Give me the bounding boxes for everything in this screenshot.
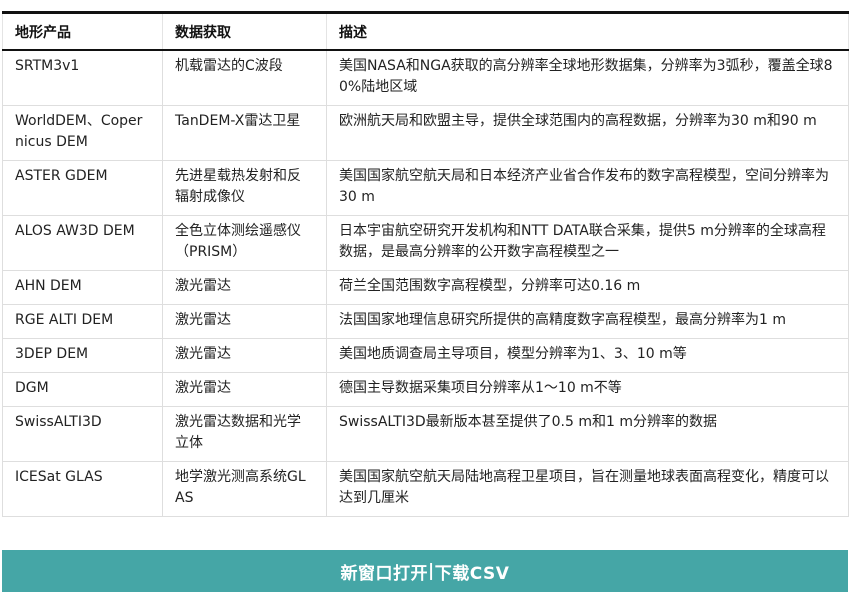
data-table-container: 地形产品 数据获取 描述 SRTM3v1 机载雷达的C波段 美国NASA和NGA… bbox=[2, 11, 849, 517]
cell-description: 美国国家航空航天局陆地高程卫星项目，旨在测量地球表面高程变化，精度可以达到几厘米 bbox=[326, 461, 849, 517]
cell-description: 法国国家地理信息研究所提供的高精度数字高程模型，最高分辨率为1 m bbox=[326, 304, 849, 339]
cell-product: ICESat GLAS bbox=[2, 461, 163, 517]
download-csv-link[interactable]: 下载CSV bbox=[435, 559, 510, 584]
table-row: SwissALTI3D 激光雷达数据和光学立体 SwissALTI3D最新版本甚… bbox=[2, 406, 849, 462]
table-row: AHN DEM 激光雷达 荷兰全国范围数字高程模型，分辨率可达0.16 m bbox=[2, 270, 849, 305]
cell-acquisition: 地学激光测高系统GLAS bbox=[162, 461, 327, 517]
table-row: 3DEP DEM 激光雷达 美国地质调查局主导项目，模型分辨率为1、3、10 m… bbox=[2, 338, 849, 373]
cell-description: 荷兰全国范围数字高程模型，分辨率可达0.16 m bbox=[326, 270, 849, 305]
dem-products-table: 地形产品 数据获取 描述 SRTM3v1 机载雷达的C波段 美国NASA和NGA… bbox=[2, 11, 849, 517]
cell-description: 美国地质调查局主导项目，模型分辨率为1、3、10 m等 bbox=[326, 338, 849, 373]
cell-description: 德国主导数据采集项目分辨率从1～10 m不等 bbox=[326, 372, 849, 407]
header-description: 描述 bbox=[326, 12, 849, 50]
header-product: 地形产品 bbox=[2, 12, 163, 50]
table-row: SRTM3v1 机载雷达的C波段 美国NASA和NGA获取的高分辨率全球地形数据… bbox=[2, 49, 849, 106]
cell-description: 欧洲航天局和欧盟主导，提供全球范围内的高程数据，分辨率为30 m和90 m bbox=[326, 105, 849, 161]
cell-acquisition: 全色立体测绘遥感仪（PRISM） bbox=[162, 215, 327, 271]
table-row: RGE ALTI DEM 激光雷达 法国国家地理信息研究所提供的高精度数字高程模… bbox=[2, 304, 849, 339]
cell-product: DGM bbox=[2, 372, 163, 407]
cell-acquisition: 机载雷达的C波段 bbox=[162, 49, 327, 106]
cell-product: SRTM3v1 bbox=[2, 49, 163, 106]
cell-description: 日本宇宙航空研究开发机构和NTT DATA联合采集，提供5 m分辨率的全球高程数… bbox=[326, 215, 849, 271]
table-header: 地形产品 数据获取 描述 bbox=[2, 12, 849, 50]
cell-description: 美国国家航空航天局和日本经济产业省合作发布的数字高程模型，空间分辨率为30 m bbox=[326, 160, 849, 216]
table-row: WorldDEM、Copernicus DEM TanDEM-X雷达卫星 欧洲航… bbox=[2, 105, 849, 161]
cell-acquisition: 激光雷达 bbox=[162, 304, 327, 339]
cell-acquisition: 激光雷达 bbox=[162, 338, 327, 373]
cell-product: WorldDEM、Copernicus DEM bbox=[2, 105, 163, 161]
table-row: ICESat GLAS 地学激光测高系统GLAS 美国国家航空航天局陆地高程卫星… bbox=[2, 461, 849, 517]
action-separator: | bbox=[428, 561, 435, 581]
cell-product: RGE ALTI DEM bbox=[2, 304, 163, 339]
cell-description: SwissALTI3D最新版本甚至提供了0.5 m和1 m分辨率的数据 bbox=[326, 406, 849, 462]
table-row: ASTER GDEM 先进星载热发射和反辐射成像仪 美国国家航空航天局和日本经济… bbox=[2, 160, 849, 216]
cell-acquisition: TanDEM-X雷达卫星 bbox=[162, 105, 327, 161]
cell-product: AHN DEM bbox=[2, 270, 163, 305]
cell-product: ASTER GDEM bbox=[2, 160, 163, 216]
table-body: SRTM3v1 机载雷达的C波段 美国NASA和NGA获取的高分辨率全球地形数据… bbox=[2, 49, 849, 517]
table-actions-bar: 新窗口打开 | 下载CSV bbox=[2, 550, 848, 592]
table-row: ALOS AW3D DEM 全色立体测绘遥感仪（PRISM） 日本宇宙航空研究开… bbox=[2, 215, 849, 271]
cell-acquisition: 先进星载热发射和反辐射成像仪 bbox=[162, 160, 327, 216]
cell-acquisition: 激光雷达数据和光学立体 bbox=[162, 406, 327, 462]
cell-product: ALOS AW3D DEM bbox=[2, 215, 163, 271]
table-header-row: 地形产品 数据获取 描述 bbox=[2, 12, 849, 50]
cell-acquisition: 激光雷达 bbox=[162, 270, 327, 305]
cell-acquisition: 激光雷达 bbox=[162, 372, 327, 407]
cell-product: SwissALTI3D bbox=[2, 406, 163, 462]
table-row: DGM 激光雷达 德国主导数据采集项目分辨率从1～10 m不等 bbox=[2, 372, 849, 407]
cell-product: 3DEP DEM bbox=[2, 338, 163, 373]
cell-description: 美国NASA和NGA获取的高分辨率全球地形数据集，分辨率为3弧秒，覆盖全球80%… bbox=[326, 49, 849, 106]
open-new-window-link[interactable]: 新窗口打开 bbox=[341, 559, 429, 584]
header-acquisition: 数据获取 bbox=[162, 12, 327, 50]
